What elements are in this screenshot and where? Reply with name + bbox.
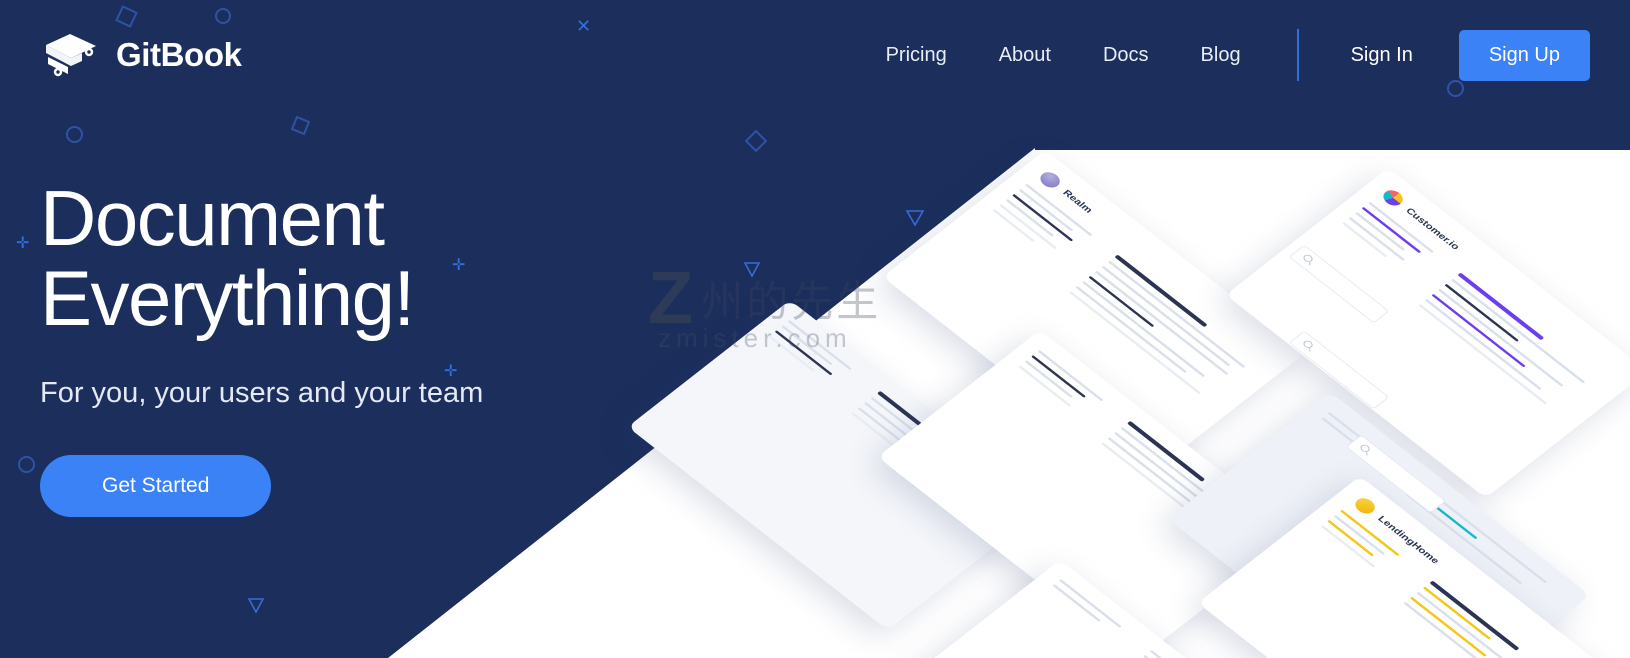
brand-logo[interactable]: GitBook bbox=[40, 31, 242, 79]
decor-triangle-icon bbox=[744, 262, 760, 277]
decor-triangle-icon bbox=[248, 598, 264, 613]
nav-link-docs[interactable]: Docs bbox=[1077, 44, 1175, 67]
decor-square-icon bbox=[744, 129, 768, 153]
hero-title: Document Everything! bbox=[40, 174, 415, 343]
decor-circle-icon bbox=[66, 126, 83, 143]
landing-page-hero: Realm Customer.io LendingHome ✕ ✛ ✛ ✛ Z … bbox=[0, 0, 1630, 658]
site-header: GitBook Pricing About Docs Blog Sign In … bbox=[0, 0, 1630, 110]
hero-subtitle: For you, your users and your team bbox=[40, 376, 484, 409]
nav-divider bbox=[1296, 29, 1299, 81]
get-started-button[interactable]: Get Started bbox=[40, 454, 272, 517]
decor-square-icon bbox=[290, 115, 311, 136]
nav-link-about[interactable]: About bbox=[973, 44, 1077, 67]
decor-triangle-icon bbox=[906, 210, 924, 226]
decor-plus-icon: ✛ bbox=[16, 235, 30, 252]
nav-links: Pricing About Docs Blog bbox=[860, 44, 1267, 67]
nav-link-pricing[interactable]: Pricing bbox=[860, 44, 973, 67]
sign-in-link[interactable]: Sign In bbox=[1323, 44, 1441, 67]
nav-link-blog[interactable]: Blog bbox=[1175, 44, 1267, 67]
hero-section: Document Everything! For you, your users… bbox=[40, 178, 580, 517]
main-navigation: Pricing About Docs Blog Sign In Sign Up bbox=[860, 29, 1590, 81]
sign-up-button[interactable]: Sign Up bbox=[1458, 29, 1590, 81]
decor-circle-icon bbox=[18, 456, 35, 473]
gitbook-logo-icon bbox=[46, 34, 96, 77]
brand-name: GitBook bbox=[116, 36, 242, 73]
watermark-z-mark: Z bbox=[648, 256, 694, 340]
